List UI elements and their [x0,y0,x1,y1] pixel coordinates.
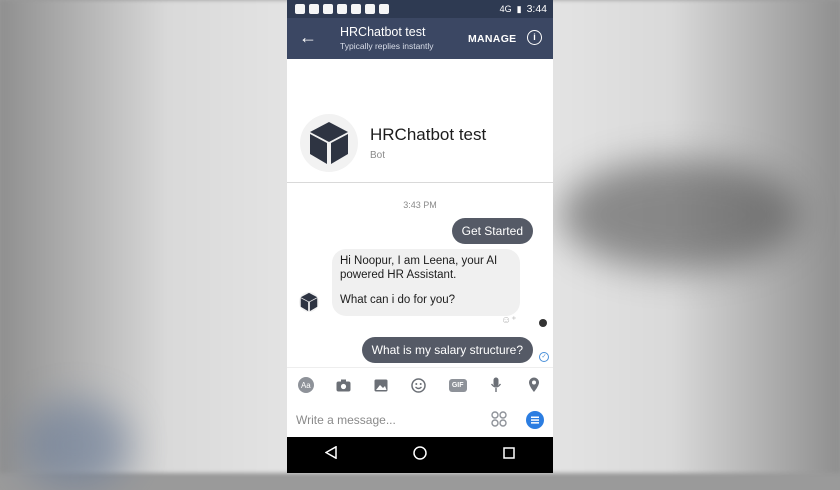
blurred-background-shape [20,400,130,490]
notification-icons [287,4,389,14]
bot-avatar-small [299,292,319,312]
message-composer: Write a message... [287,401,553,437]
user-message-bubble[interactable]: Get Started [451,218,533,244]
android-nav-bar [287,437,553,473]
chat-title: HRChatbot test [340,25,426,39]
phone-screen: 4G ▮ 3:44 ← HRChatbot test Typically rep… [287,0,553,473]
gif-icon[interactable]: GIF [448,378,467,392]
messenger-icon [351,4,361,14]
menu-icon[interactable] [526,411,544,429]
back-arrow-icon[interactable]: ← [299,28,317,46]
bot-name: HRChatbot test [370,125,487,144]
text-style-icon[interactable]: Aa [297,377,314,393]
composer-toolbar: Aa GIF [287,367,553,402]
status-bar: 4G ▮ 3:44 [287,0,553,18]
bot-role: Bot [370,150,386,161]
nav-recents-icon[interactable] [503,446,515,464]
apps-grid-icon[interactable] [491,411,507,427]
conversation-area[interactable]: HRChatbot test Bot 3:43 PM Get Started H… [287,59,553,367]
emoji-icon[interactable] [411,377,427,393]
manage-button[interactable]: MANAGE [468,33,516,45]
clock-time: 3:44 [526,3,547,15]
nav-home-icon[interactable] [413,445,427,465]
bot-avatar [300,114,358,172]
bot-profile-card: HRChatbot test Bot [287,59,553,183]
mic-icon[interactable] [488,377,504,393]
notification-icon [295,4,305,14]
add-reaction-icon[interactable]: ☺⁺ [501,315,517,326]
chat-subtitle: Typically replies instantly [340,41,434,51]
bot-message-line: Hi Noopur, I am Leena, your AI powered H… [340,255,498,281]
camera-icon[interactable] [336,377,352,393]
cube-icon [310,122,348,164]
battery-icon: ▮ [516,3,522,14]
cube-icon [300,292,318,312]
chat-header: ← HRChatbot test Typically replies insta… [287,18,553,59]
user-message-bubble[interactable]: What is my salary structure? [361,337,533,363]
bot-message-bubble[interactable]: Hi Noopur, I am Leena, your AI powered H… [332,249,520,316]
nav-back-icon[interactable] [324,445,337,464]
video-icon [365,4,375,14]
delivered-check-icon: ✓ [539,352,549,362]
network-label: 4G [499,4,512,14]
linkedin-icon [337,4,347,14]
bot-message-line: What can i do for you? [340,294,456,306]
location-icon[interactable] [526,377,542,393]
gallery-icon[interactable] [373,377,389,393]
info-icon[interactable]: i [527,30,542,45]
whatsapp-icon [379,4,389,14]
gmail-icon [323,4,333,14]
message-timestamp: 3:43 PM [403,200,437,210]
seen-avatar-icon [539,319,547,327]
linkedin-icon [309,4,319,14]
blurred-background-shape [560,160,800,270]
message-input[interactable]: Write a message... [296,413,396,427]
